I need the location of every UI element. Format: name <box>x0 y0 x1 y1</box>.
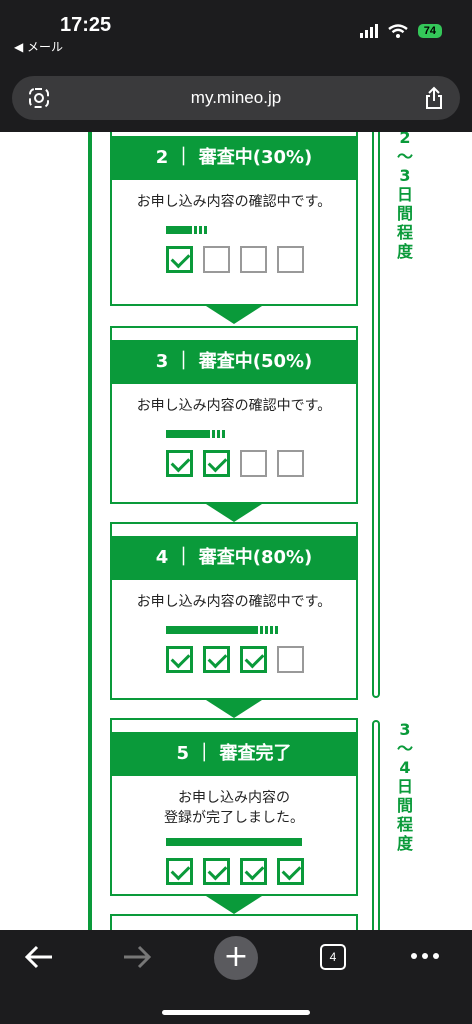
address-bar[interactable]: my.mineo.jp <box>12 76 460 120</box>
step-arrow <box>206 504 262 522</box>
duration-label-1: 2 〜 3 日 間 程 度 <box>396 132 413 261</box>
checkbox-icon <box>277 646 304 673</box>
battery-indicator: 74 <box>417 24 442 38</box>
url-text[interactable]: my.mineo.jp <box>12 88 460 108</box>
checkbox-icon <box>240 246 267 273</box>
checkbox-group <box>166 246 304 273</box>
step-card: 3 ｜ 審査中(50%) お申し込み内容の確認中です。 <box>110 326 358 504</box>
progress-bar <box>166 226 207 234</box>
share-icon[interactable] <box>424 86 444 110</box>
page-content: 2 〜 3 日 間 程 度 3 〜 4 日 間 程 度 2 ｜ 審査中(30%)… <box>0 132 472 930</box>
checkbox-icon <box>277 246 304 273</box>
step-message: お申し込み内容の確認中です。 <box>136 194 332 210</box>
duration-rail-2 <box>372 720 380 930</box>
forward-arrow-icon[interactable] <box>122 944 152 970</box>
signal-icon <box>359 24 378 38</box>
checkbox-icon <box>240 858 267 885</box>
step-card: 4 ｜ 審査中(80%) お申し込み内容の確認中です。 <box>110 522 358 700</box>
progress-bar <box>166 430 225 438</box>
checkbox-icon <box>203 858 230 885</box>
step-arrow <box>206 896 262 914</box>
browser-toolbar: + 4 <box>0 930 472 1024</box>
status-time: 17:25 <box>60 14 112 36</box>
step-title: 2 ｜ 審査中(30%) <box>112 136 356 180</box>
checkbox-icon <box>166 858 193 885</box>
progress-bar <box>166 626 278 634</box>
timeline-line <box>88 132 92 930</box>
step-card-partial <box>110 914 358 930</box>
checkbox-group <box>166 646 304 673</box>
step-arrow <box>206 700 262 718</box>
more-dots-icon[interactable] <box>410 952 440 960</box>
checkbox-group <box>166 858 304 885</box>
step-title: 3 ｜ 審査中(50%) <box>112 340 356 384</box>
step-arrow <box>206 306 262 324</box>
step-message: お申し込み内容の確認中です。 <box>136 398 332 414</box>
browser-address-area: my.mineo.jp <box>0 56 472 132</box>
checkbox-icon <box>240 646 267 673</box>
checkbox-icon <box>203 646 230 673</box>
checkbox-icon <box>203 450 230 477</box>
checkbox-icon <box>166 646 193 673</box>
checkbox-icon <box>240 450 267 477</box>
progress-bar <box>166 838 302 846</box>
step-message: お申し込み内容の確認中です。 <box>136 594 332 610</box>
status-indicators: 74 <box>359 24 442 38</box>
tabs-button[interactable]: 4 <box>320 944 346 970</box>
checkbox-group <box>166 450 304 477</box>
status-bar: 17:25 ◀ メール 74 <box>0 0 472 56</box>
checkbox-icon <box>166 246 193 273</box>
home-indicator <box>162 1010 310 1015</box>
step-title: 5 ｜ 審査完了 <box>112 732 356 776</box>
back-arrow-icon[interactable] <box>24 944 54 970</box>
duration-rail-1 <box>372 132 380 698</box>
step-card: 2 ｜ 審査中(30%) お申し込み内容の確認中です。 <box>110 132 358 306</box>
checkbox-icon <box>277 450 304 477</box>
duration-label-2: 3 〜 4 日 間 程 度 <box>396 720 413 853</box>
step-title: 4 ｜ 審査中(80%) <box>112 536 356 580</box>
checkbox-icon <box>166 450 193 477</box>
back-to-app-link[interactable]: ◀ メール <box>14 38 63 55</box>
new-tab-button[interactable]: + <box>214 936 258 980</box>
step-card: 5 ｜ 審査完了 お申し込み内容の 登録が完了しました。 <box>110 718 358 896</box>
checkbox-icon <box>203 246 230 273</box>
checkbox-icon <box>277 858 304 885</box>
step-message: お申し込み内容の 登録が完了しました。 <box>164 790 304 826</box>
wifi-icon <box>388 24 408 38</box>
